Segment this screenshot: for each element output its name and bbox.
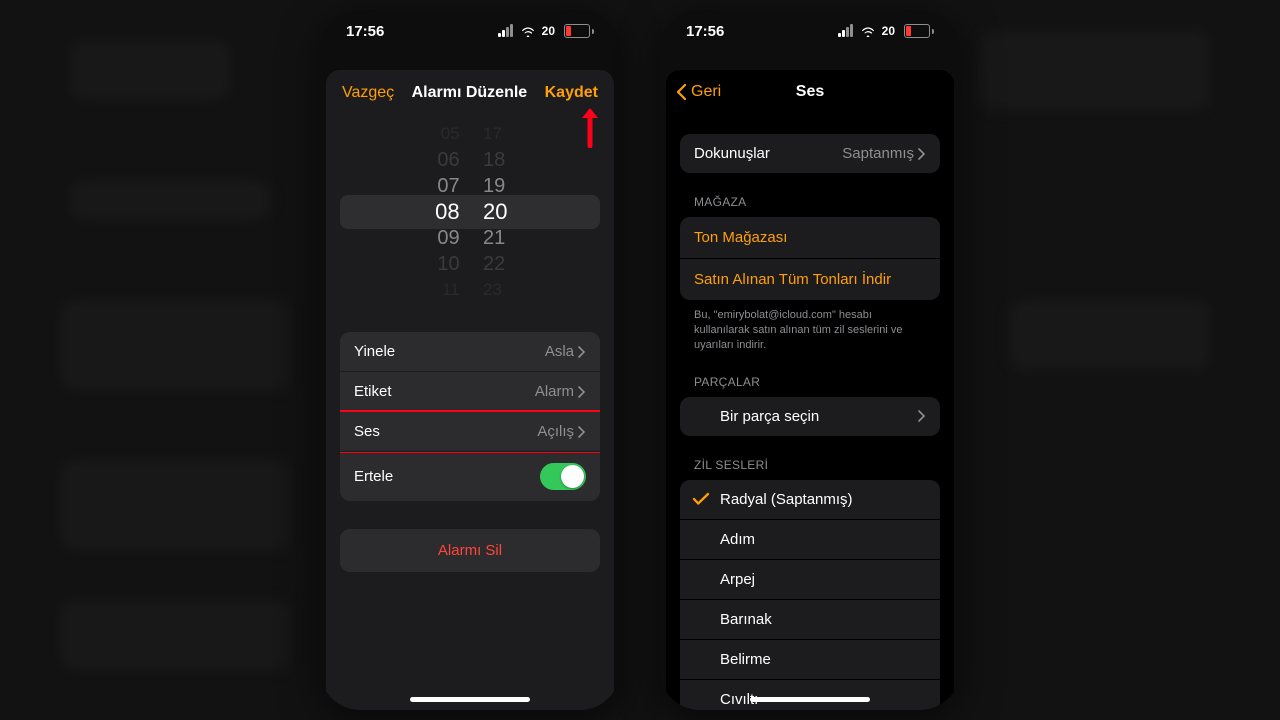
ringtone-item[interactable]: Cıvıltı <box>680 679 940 710</box>
repeat-label: Yinele <box>354 343 395 360</box>
minute-wheel[interactable]: 17 18 19 20 21 22 23 <box>483 110 507 314</box>
repeat-row[interactable]: Yinele Asla <box>340 332 600 371</box>
home-indicator[interactable] <box>410 697 530 702</box>
alarm-options: Yinele Asla Etiket Alarm Ses Açılış <box>340 332 600 501</box>
ringtone-item[interactable]: Belirme <box>680 639 940 679</box>
cancel-button[interactable]: Vazgeç <box>342 84 394 102</box>
ringtone-item[interactable]: Adım <box>680 519 940 559</box>
page-title: Alarmı Düzenle <box>412 84 528 102</box>
ringtone-item[interactable]: Barınak <box>680 599 940 639</box>
snooze-row: Ertele <box>340 451 600 501</box>
time-picker[interactable]: 05 06 07 08 09 10 11 17 18 19 20 21 22 2… <box>340 110 600 314</box>
chevron-right-icon <box>918 410 926 422</box>
phone-edit-alarm: 17:56 20 Vazgeç Alarmı Düzenle Kaydet 05 <box>320 10 620 710</box>
snooze-toggle[interactable] <box>540 463 586 490</box>
back-button[interactable]: Geri <box>676 83 721 101</box>
haptics-row[interactable]: Dokunuşlar Saptanmış <box>680 134 940 173</box>
signal-icon <box>498 26 514 37</box>
haptics-value: Saptanmış <box>842 145 914 162</box>
home-indicator[interactable] <box>750 697 870 702</box>
chevron-right-icon <box>578 346 586 358</box>
snooze-label: Ertele <box>354 468 393 485</box>
store-footer: Bu, "emirybolat@icloud.com" hesabı kulla… <box>694 308 926 353</box>
chevron-right-icon <box>918 148 926 160</box>
save-button[interactable]: Kaydet <box>545 84 598 102</box>
hour-wheel[interactable]: 05 06 07 08 09 10 11 <box>435 110 459 314</box>
repeat-value: Asla <box>545 343 574 360</box>
pick-song-row[interactable]: Bir parça seçin <box>680 397 940 436</box>
store-header: MAĞAZA <box>694 195 926 209</box>
status-bar: 17:56 20 <box>320 10 620 52</box>
label-value: Alarm <box>535 383 574 400</box>
edit-alarm-nav: Vazgeç Alarmı Düzenle Kaydet <box>326 70 614 110</box>
ringtone-item[interactable]: Arpej <box>680 559 940 599</box>
songs-header: PARÇALAR <box>694 375 926 389</box>
ringtone-item[interactable]: Radyal (Saptanmış) <box>680 480 940 519</box>
battery-icon <box>904 24 934 38</box>
download-all-link[interactable]: Satın Alınan Tüm Tonları İndir <box>680 258 940 300</box>
sound-label: Ses <box>354 423 380 440</box>
battery-icon <box>564 24 594 38</box>
label-row[interactable]: Etiket Alarm <box>340 371 600 411</box>
chevron-right-icon <box>578 426 586 438</box>
wifi-icon <box>520 25 536 37</box>
chevron-left-icon <box>676 83 687 101</box>
ringtones-header: ZİL SESLERİ <box>694 458 926 472</box>
status-time: 17:56 <box>686 23 724 40</box>
sound-nav: Geri Ses <box>666 70 954 111</box>
wifi-icon <box>860 25 876 37</box>
status-time: 17:56 <box>346 23 384 40</box>
status-bar: 17:56 20 <box>660 10 960 52</box>
delete-alarm-button[interactable]: Alarmı Sil <box>340 529 600 572</box>
sound-value: Açılış <box>537 423 574 440</box>
check-icon <box>692 492 710 506</box>
battery-percent: 20 <box>542 24 555 38</box>
pick-song-label: Bir parça seçin <box>720 408 819 425</box>
battery-percent: 20 <box>882 24 895 38</box>
phone-sound-settings: 17:56 20 Geri Ses D <box>660 10 960 710</box>
chevron-right-icon <box>578 386 586 398</box>
label-label: Etiket <box>354 383 392 400</box>
signal-icon <box>838 26 854 37</box>
tone-store-link[interactable]: Ton Mağazası <box>680 217 940 258</box>
sound-row[interactable]: Ses Açılış <box>340 411 600 451</box>
haptics-label: Dokunuşlar <box>694 145 770 162</box>
